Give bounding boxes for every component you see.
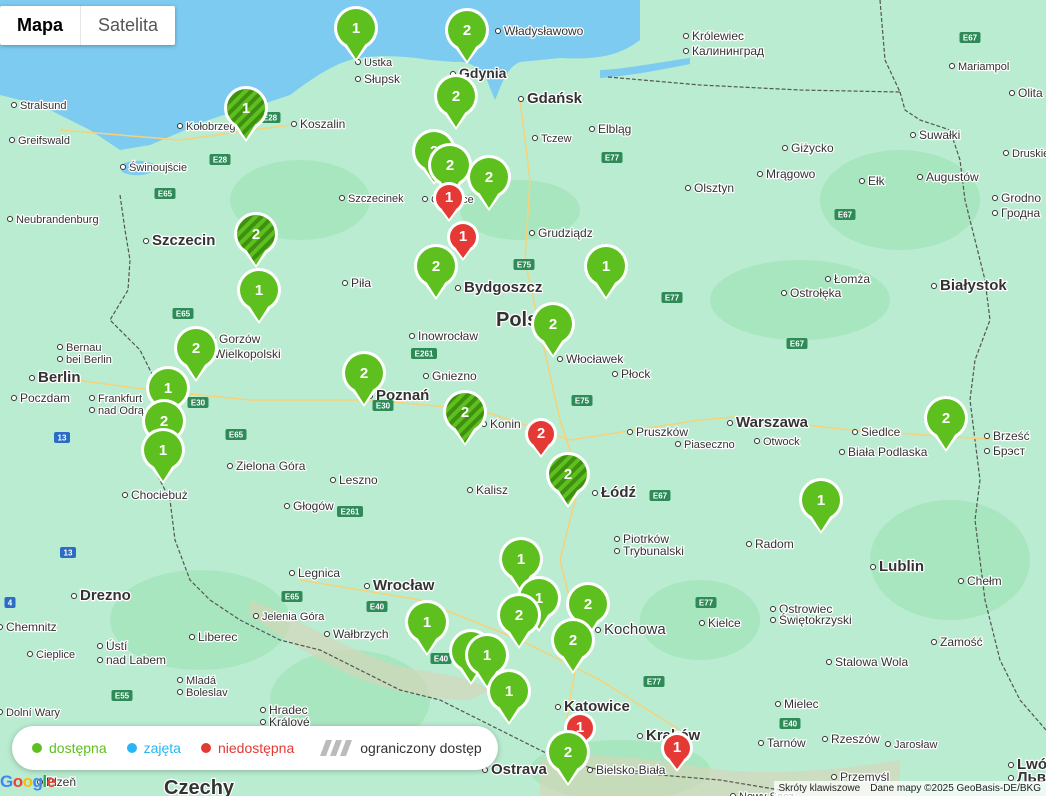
marker-count: 2 (452, 88, 460, 105)
map-type-satellite-button[interactable]: Satelita (80, 6, 175, 45)
marker-count: 1 (445, 189, 453, 206)
station-marker-unavailable[interactable]: 1 (433, 182, 465, 222)
station-marker-available[interactable]: 1 (487, 669, 531, 725)
station-marker-unavailable[interactable]: 2 (525, 418, 557, 458)
station-marker-available[interactable]: 1 (584, 244, 628, 300)
station-marker-available[interactable]: 2 (342, 351, 386, 407)
station-marker-available[interactable]: 1 (799, 478, 843, 534)
marker-count: 1 (505, 683, 513, 700)
marker-count: 2 (549, 316, 557, 333)
legend-occupied: zajęta (126, 740, 181, 756)
marker-count: 1 (517, 551, 525, 568)
marker-count: 1 (483, 647, 491, 664)
marker-count: 1 (673, 739, 681, 756)
marker-count: 2 (461, 404, 469, 421)
legend-occupied-label: zajęta (143, 740, 181, 756)
restricted-stripes-icon (320, 740, 353, 756)
map-type-control: Mapa Satelita (0, 6, 176, 45)
map-data-attribution[interactable]: Dane mapy ©2025 GeoBasis-DE/BKG (865, 781, 1046, 796)
legend-available-label: dostępna (49, 740, 107, 756)
marker-count: 2 (360, 365, 368, 382)
station-marker-available[interactable]: 2 (414, 244, 458, 300)
marker-count: 2 (515, 607, 523, 624)
legend-unavailable-label: niedostępna (217, 740, 295, 756)
station-marker-available[interactable]: 1 (334, 6, 378, 62)
marker-count: 2 (569, 632, 577, 649)
marker-count: 2 (432, 258, 440, 275)
station-marker-unavailable[interactable]: 1 (661, 732, 693, 772)
legend-unavailable: niedostępna (200, 740, 295, 756)
station-marker-available[interactable]: 1 (405, 600, 449, 656)
marker-count: 1 (352, 20, 360, 37)
marker-count: 1 (255, 282, 263, 299)
marker-count: 2 (252, 226, 260, 243)
marker-count: 1 (459, 228, 467, 245)
marker-count: 2 (446, 157, 454, 174)
station-marker-available[interactable]: 2 (546, 730, 590, 786)
marker-count: 2 (537, 425, 545, 442)
marker-count: 2 (485, 169, 493, 186)
legend-available: dostępna (32, 740, 107, 756)
marker-count: 1 (242, 100, 250, 117)
marker-count: 2 (564, 466, 572, 483)
station-marker-available[interactable]: 2 (551, 618, 595, 674)
marker-count: 2 (463, 22, 471, 39)
station-marker-available[interactable]: 2 (924, 396, 968, 452)
legend-restricted-label: ograniczony dostęp (360, 740, 482, 756)
station-marker-available[interactable]: 2 (531, 302, 575, 358)
marker-count: 2 (584, 596, 592, 613)
google-logo[interactable]: Google (0, 772, 56, 792)
station-marker-available[interactable]: 1 (237, 268, 281, 324)
map-attribution: Skróty klawiszowe Dane mapy ©2025 GeoBas… (773, 781, 1046, 796)
keyboard-shortcuts-link[interactable]: Skróty klawiszowe (773, 781, 866, 796)
occupied-dot-icon (126, 743, 137, 753)
legend-restricted: ograniczony dostęp (314, 740, 482, 756)
station-marker-available[interactable]: 2 (546, 452, 590, 508)
available-dot-icon (32, 743, 42, 753)
station-marker-available[interactable]: 2 (434, 74, 478, 130)
marker-count: 1 (423, 614, 431, 631)
marker-count: 1 (159, 442, 167, 459)
station-marker-available[interactable]: 2 (234, 212, 278, 268)
map-type-map-button[interactable]: Mapa (0, 6, 80, 45)
marker-count: 2 (942, 410, 950, 427)
marker-count: 2 (160, 413, 168, 430)
unavailable-dot-icon (200, 743, 211, 753)
marker-count: 1 (602, 258, 610, 275)
station-marker-available[interactable]: 1 (141, 428, 185, 484)
station-marker-available[interactable]: 2 (445, 8, 489, 64)
markers-layer: 121222211221122122122212111222111112 (141, 6, 968, 786)
marker-count: 2 (192, 340, 200, 357)
station-marker-available[interactable]: 2 (443, 390, 487, 446)
marker-count: 2 (564, 744, 572, 761)
station-marker-available[interactable]: 2 (467, 155, 511, 211)
marker-count: 1 (817, 492, 825, 509)
legend: dostępna zajęta niedostępna ograniczony … (12, 726, 498, 770)
station-marker-available[interactable]: 1 (224, 86, 268, 142)
marker-count: 1 (164, 380, 172, 397)
